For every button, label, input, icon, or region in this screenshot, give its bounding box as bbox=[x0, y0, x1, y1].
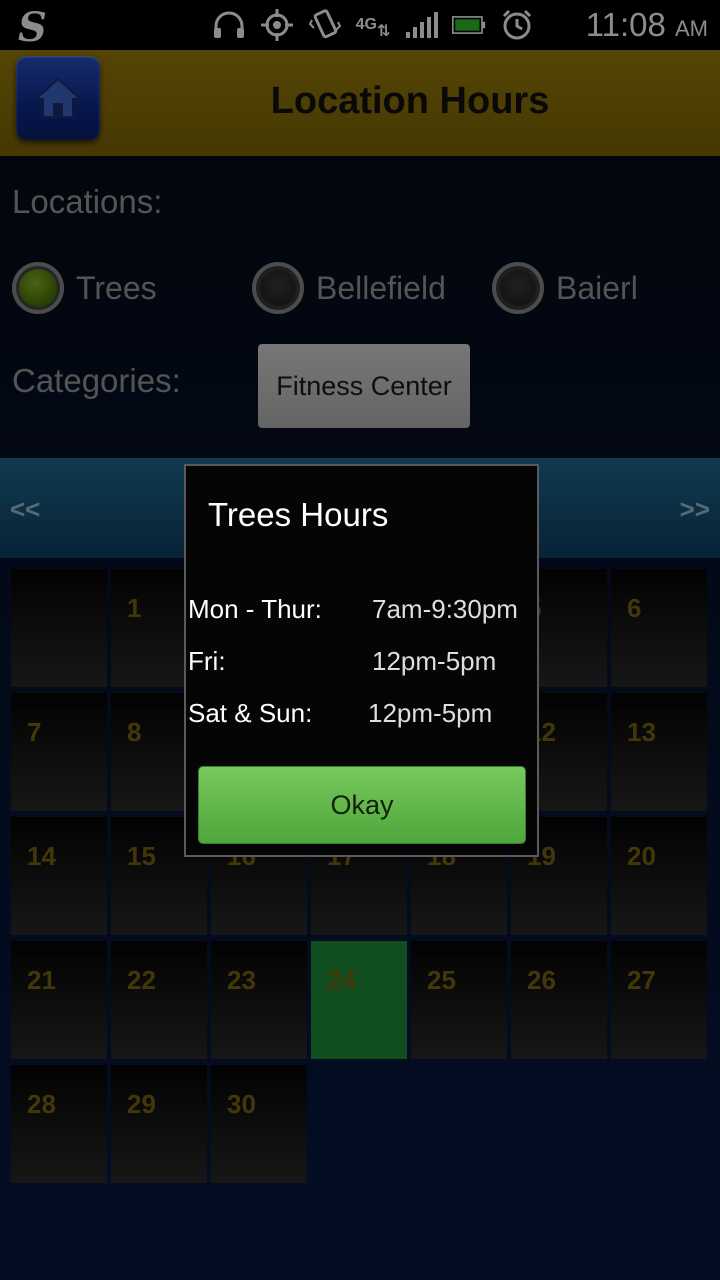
radio-label: Bellefield bbox=[316, 269, 446, 306]
locations-label: Locations: bbox=[12, 183, 163, 220]
vibrate-icon bbox=[308, 8, 342, 42]
category-spinner[interactable]: Fitness Center bbox=[258, 344, 470, 428]
hours-day: Sat & Sun: bbox=[188, 698, 313, 728]
calendar-day[interactable]: 30 bbox=[211, 1065, 307, 1183]
headphones-icon bbox=[212, 8, 246, 42]
app-header: Location Hours bbox=[0, 50, 720, 156]
next-month-button[interactable]: >> bbox=[680, 494, 710, 525]
calendar-day[interactable]: 21 bbox=[11, 941, 107, 1059]
hours-time: 12pm-5pm bbox=[368, 698, 493, 728]
battery-icon bbox=[452, 8, 486, 42]
radio-label: Baierl bbox=[556, 269, 638, 306]
alarm-icon bbox=[500, 8, 534, 42]
dialog-title: Trees Hours bbox=[208, 496, 389, 533]
home-icon bbox=[33, 77, 83, 118]
calendar-day[interactable]: 25 bbox=[411, 941, 507, 1059]
status-bar: S 4G ⇅ 11:08 AM bbox=[0, 0, 720, 51]
calendar-day[interactable]: 20 bbox=[611, 817, 707, 935]
calendar-day[interactable]: 14 bbox=[11, 817, 107, 935]
calendar-day[interactable]: 7 bbox=[11, 693, 107, 811]
calendar-day[interactable]: 13 bbox=[611, 693, 707, 811]
status-icons: 4G ⇅ bbox=[212, 8, 534, 42]
hours-day: Mon - Thur: bbox=[188, 594, 322, 624]
radio-unselected-icon[interactable] bbox=[492, 262, 544, 314]
hours-dialog: Trees Hours Mon - Thur: 7am-9:30pm Fri: … bbox=[184, 464, 539, 857]
calendar-day[interactable]: 29 bbox=[111, 1065, 207, 1183]
signal-icon bbox=[404, 8, 438, 42]
radio-selected-icon[interactable] bbox=[12, 262, 64, 314]
hours-row: Sat & Sun: 12pm-5pm bbox=[188, 698, 492, 729]
calendar-empty-cell bbox=[11, 569, 107, 687]
hours-time: 12pm-5pm bbox=[372, 646, 497, 676]
calendar-day[interactable]: 26 bbox=[511, 941, 607, 1059]
hours-row: Mon - Thur: 7am-9:30pm bbox=[188, 594, 518, 625]
carrier-logo: S bbox=[18, 4, 47, 51]
calendar-day-selected[interactable]: 24 bbox=[311, 941, 407, 1059]
hours-row: Fri: 12pm-5pm bbox=[188, 646, 496, 677]
4g-lte-icon: 4G ⇅ bbox=[355, 16, 391, 40]
home-button[interactable] bbox=[16, 56, 100, 140]
calendar-day[interactable]: 6 bbox=[611, 569, 707, 687]
hours-time: 7am-9:30pm bbox=[372, 594, 518, 624]
hours-day: Fri: bbox=[188, 646, 226, 676]
categories-label: Categories: bbox=[12, 362, 181, 399]
clock: 11:08 AM bbox=[585, 6, 708, 43]
calendar-day[interactable]: 23 bbox=[211, 941, 307, 1059]
radio-label: Trees bbox=[76, 269, 157, 306]
location-radio-trees[interactable]: Trees bbox=[12, 262, 157, 314]
calendar-day[interactable]: 22 bbox=[111, 941, 207, 1059]
location-radio-baierl[interactable]: Baierl bbox=[492, 262, 638, 314]
calendar-day[interactable]: 28 bbox=[11, 1065, 107, 1183]
location-radio-bellefield[interactable]: Bellefield bbox=[252, 262, 446, 314]
gps-icon bbox=[260, 8, 294, 42]
page-title: Location Hours bbox=[270, 80, 550, 122]
okay-button[interactable]: Okay bbox=[198, 766, 526, 844]
calendar-day[interactable]: 27 bbox=[611, 941, 707, 1059]
radio-unselected-icon[interactable] bbox=[252, 262, 304, 314]
